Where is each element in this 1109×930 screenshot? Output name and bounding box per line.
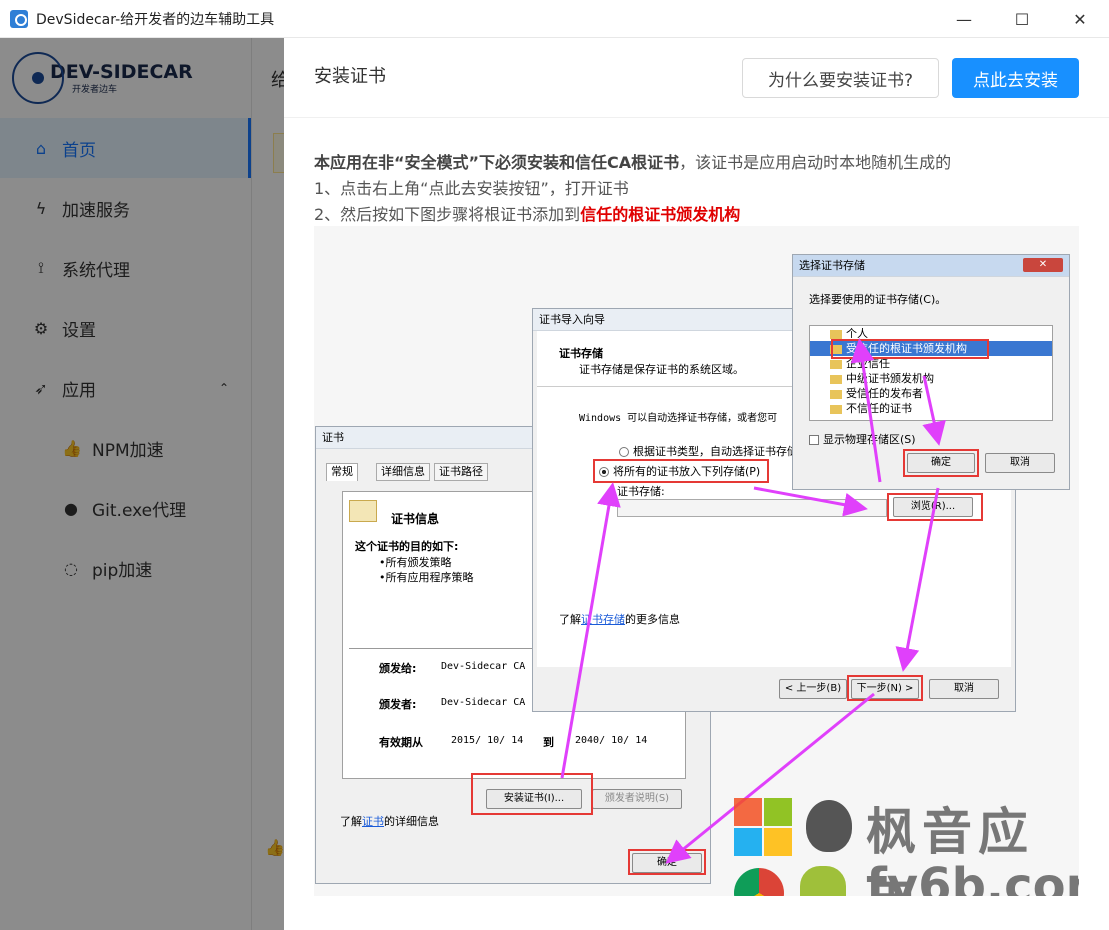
intro-line: 本应用在非“安全模式”下必须安装和信任CA根证书，该证书是应用启动时本地随机生成… (314, 153, 952, 172)
window-title: DevSidecar-给开发者的边车辅助工具 (36, 11, 275, 28)
step-1: 1、点击右上角“点此去安装按钮”，打开证书 (314, 179, 629, 198)
arrow (850, 338, 882, 483)
apple-logo-icon (806, 800, 852, 852)
drawer-instructions: 本应用在非“安全模式”下必须安装和信任CA根证书，该证书是应用启动时本地随机生成… (314, 150, 1084, 228)
android-logo-icon (800, 866, 846, 896)
windows-logo-icon (734, 798, 794, 858)
drawer-header: 安装证书 为什么要安装证书? 点此去安装 (284, 38, 1109, 118)
instruction-image: 证书 常规 详细信息 证书路径 证书信息 这个证书的目的如下: •所有颁发策略 … (314, 226, 1079, 896)
arrow (895, 487, 940, 672)
app-icon (10, 9, 28, 28)
title-bar: DevSidecar-给开发者的边车辅助工具 — ☐ ✕ (0, 0, 1109, 38)
install-cert-drawer: 安装证书 为什么要安装证书? 点此去安装 本应用在非“安全模式”下必须安装和信任… (284, 38, 1109, 930)
watermark-url: fy6b.com (866, 858, 1079, 896)
minimize-button[interactable]: — (935, 0, 993, 38)
drawer-title: 安装证书 (314, 66, 386, 87)
step-2: 2、然后按如下图步骤将根证书添加到信任的根证书颁发机构 (314, 205, 741, 224)
arrow (922, 375, 946, 446)
maximize-button[interactable]: ☐ (993, 0, 1051, 38)
go-install-button[interactable]: 点此去安装 (952, 58, 1079, 98)
close-button[interactable]: ✕ (1051, 0, 1109, 38)
why-install-button[interactable]: 为什么要安装证书? (742, 58, 939, 98)
arrow (753, 486, 868, 517)
arrow (560, 482, 621, 779)
